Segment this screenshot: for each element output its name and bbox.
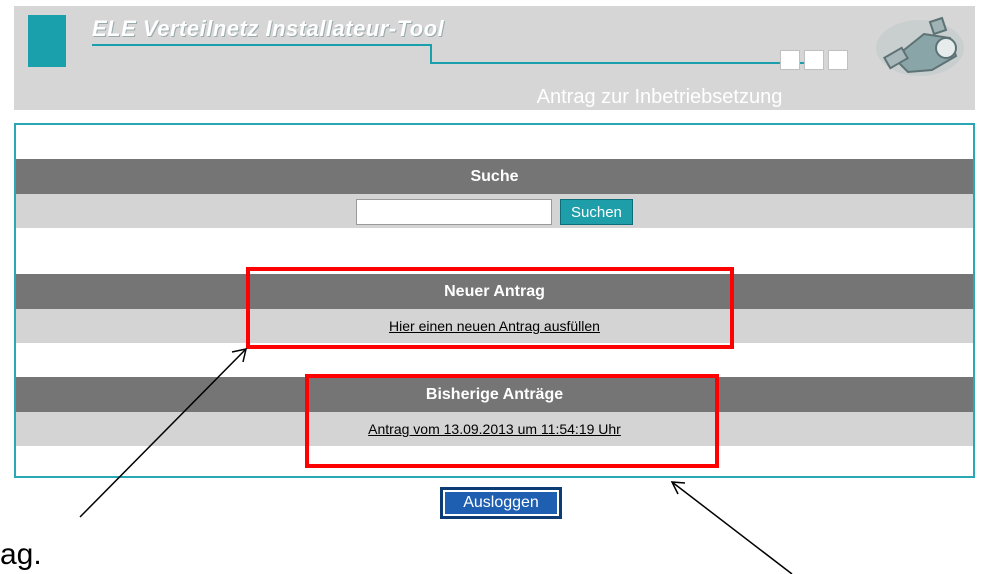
- annotation-text: ag.: [0, 538, 42, 571]
- annotation-arrows: [79, 348, 793, 574]
